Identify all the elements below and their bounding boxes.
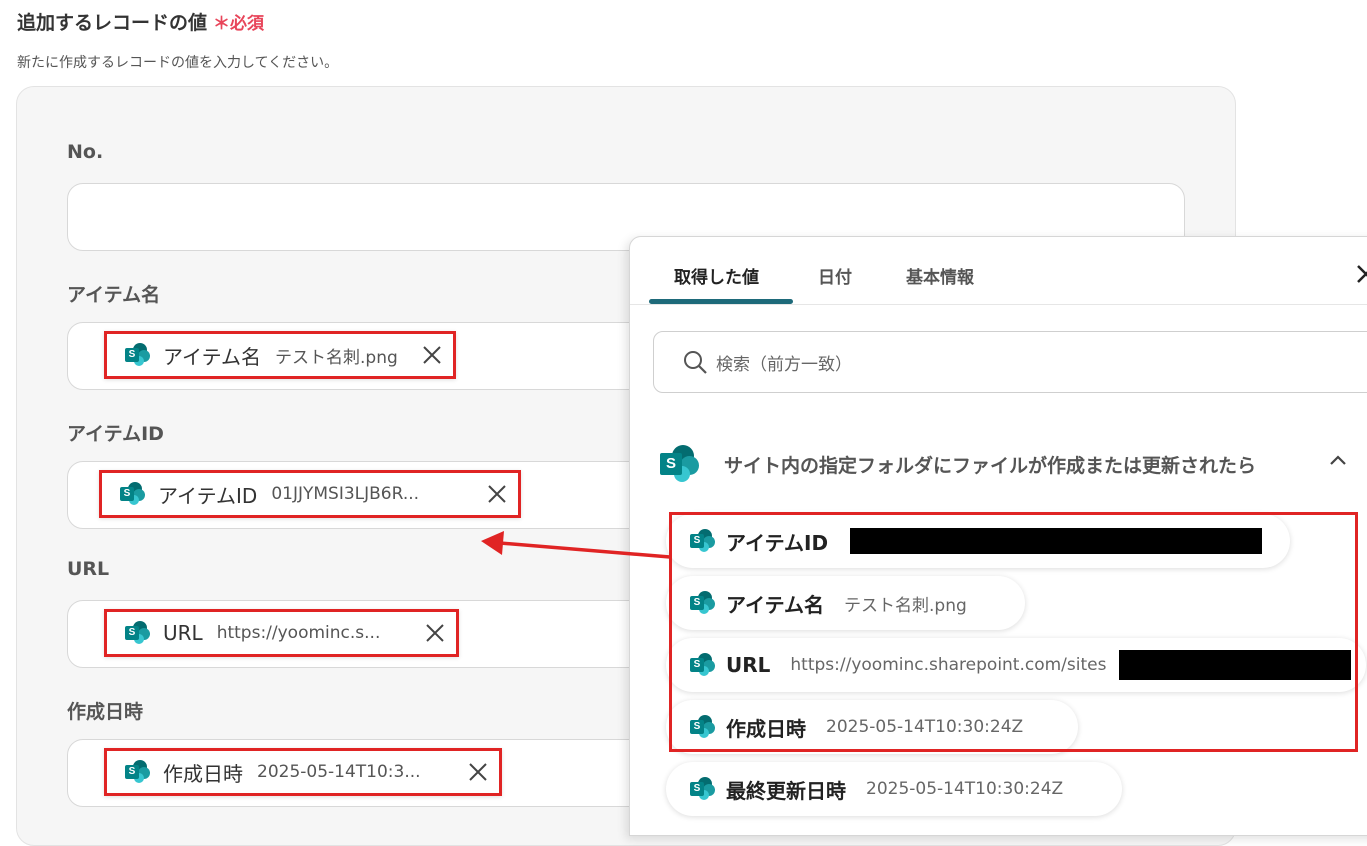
chevron-up-icon[interactable]: [1328, 453, 1348, 467]
value-chip-url[interactable]: S URL https://yoominc.s...: [104, 609, 459, 657]
field-label-created-at: 作成日時: [67, 701, 144, 723]
tabs-divider: [630, 304, 1367, 305]
sharepoint-icon: S: [125, 343, 151, 367]
field-label-item-id: アイテムID: [67, 423, 164, 445]
tab-date[interactable]: 日付: [818, 263, 852, 288]
search-icon: [684, 351, 707, 374]
highlight-box: [669, 512, 1358, 752]
section-title-text: 追加するレコードの値: [17, 12, 208, 34]
close-icon[interactable]: [486, 483, 508, 505]
section-description: 新たに作成するレコードの値を入力してください。: [17, 55, 339, 71]
field-label-no: No.: [67, 141, 104, 163]
sharepoint-icon: S: [660, 445, 700, 483]
tab-retrieved-values[interactable]: 取得した値: [674, 263, 759, 288]
chip-name: アイテム名: [163, 344, 261, 369]
field-label-item-name: アイテム名: [67, 284, 161, 306]
chip-name: URL: [163, 621, 203, 645]
close-icon[interactable]: [421, 344, 443, 366]
value-item-name: 最終更新日時: [726, 778, 846, 803]
sharepoint-icon: S: [120, 482, 146, 506]
search-input[interactable]: 検索（前方一致）: [653, 331, 1367, 393]
chip-value: テスト名刺.png: [275, 347, 398, 368]
value-chip-item-id[interactable]: S アイテムID 01JJYMSI3LJB6R...: [99, 470, 521, 518]
sharepoint-icon: S: [690, 777, 716, 801]
close-icon[interactable]: [1356, 263, 1367, 285]
chip-name: 作成日時: [163, 761, 243, 786]
required-badge: ＊必須: [213, 14, 265, 34]
sharepoint-icon: S: [125, 760, 151, 784]
sharepoint-icon: S: [125, 621, 151, 645]
chip-name: アイテムID: [158, 483, 258, 508]
chip-value: 2025-05-14T10:3...: [257, 762, 421, 782]
search-placeholder: 検索（前方一致）: [716, 354, 852, 375]
field-label-url: URL: [67, 558, 110, 580]
tab-basic-info[interactable]: 基本情報: [906, 263, 974, 288]
close-icon[interactable]: [424, 622, 446, 644]
value-item-last-modified[interactable]: S 最終更新日時 2025-05-14T10:30:24Z: [666, 762, 1122, 816]
section-title: 追加するレコードの値 ＊必須: [17, 8, 264, 35]
value-chip-item-name[interactable]: S アイテム名 テスト名刺.png: [104, 331, 456, 379]
close-icon[interactable]: [467, 761, 489, 783]
trigger-group-title: サイト内の指定フォルダにファイルが作成または更新されたら: [724, 454, 1257, 477]
value-chip-created-at[interactable]: S 作成日時 2025-05-14T10:3...: [104, 748, 502, 796]
chip-value: https://yoominc.s...: [216, 623, 381, 643]
value-item-value: 2025-05-14T10:30:24Z: [866, 779, 1064, 799]
chip-value: 01JJYMSI3LJB6R...: [271, 484, 420, 504]
trigger-group-header[interactable]: S サイト内の指定フォルダにファイルが作成または更新されたら: [660, 445, 1360, 483]
